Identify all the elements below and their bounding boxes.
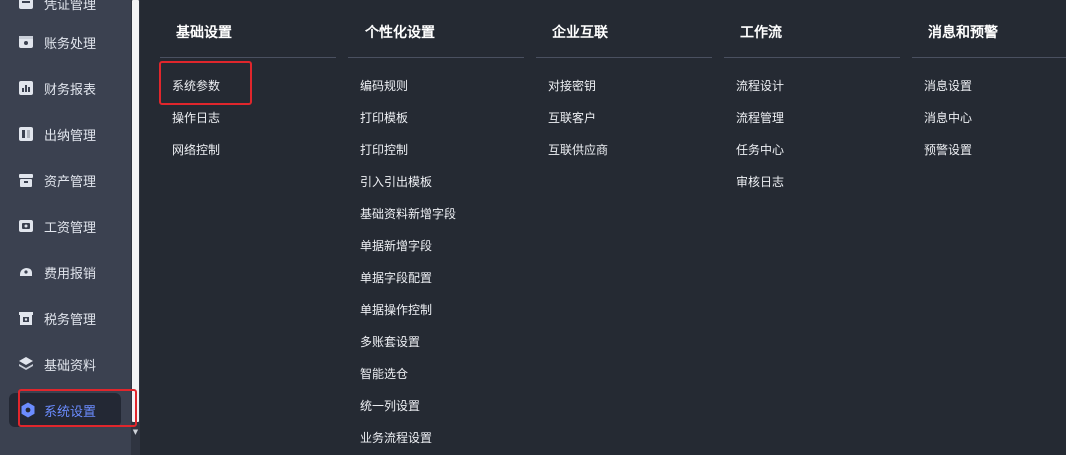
sidebar-item-label: 账务处理 xyxy=(44,36,97,52)
column-title: 基础设置 xyxy=(176,25,232,41)
sidebar-item-label: 财务报表 xyxy=(44,82,97,98)
scrollbar-thumb[interactable] xyxy=(132,0,139,422)
menu-item-api-key[interactable]: 对接密钥 xyxy=(548,77,596,95)
menu-item-coding-rules[interactable]: 编码规则 xyxy=(360,77,408,95)
sidebar-item-label: 费用报销 xyxy=(44,266,97,282)
menu-item-unified-column-settings[interactable]: 统一列设置 xyxy=(360,397,420,415)
column-title: 消息和预警 xyxy=(928,25,998,41)
menu-item-task-center[interactable]: 任务中心 xyxy=(736,141,784,159)
report-icon xyxy=(17,79,35,97)
sidebar-nav: 凭证管理 账务处理 财务报表 出纳管理 资产管理 工资管理 费用报销 税务管理 … xyxy=(0,0,131,455)
voucher-icon xyxy=(17,0,35,12)
menu-item-message-center[interactable]: 消息中心 xyxy=(924,109,972,127)
sidebar-item-cashier[interactable]: 出纳管理 xyxy=(0,117,131,151)
sidebar-item-basic-data[interactable]: 基础资料 xyxy=(0,347,131,381)
menu-column-basic-settings: 基础设置 系统参数 操作日志 网络控制 xyxy=(160,0,340,455)
menu-column-enterprise-interconnect: 企业互联 对接密钥 互联客户 互联供应商 xyxy=(536,0,716,455)
sidebar-scrollbar[interactable]: ▼ xyxy=(131,0,140,455)
menu-item-connected-customers[interactable]: 互联客户 xyxy=(548,109,596,127)
sidebar-item-assets[interactable]: 资产管理 xyxy=(0,163,131,197)
sidebar-item-salary[interactable]: 工资管理 xyxy=(0,209,131,243)
menu-item-alert-settings[interactable]: 预警设置 xyxy=(924,141,972,159)
sidebar-item-reports[interactable]: 财务报表 xyxy=(0,71,131,105)
menu-item-basic-data-new-field[interactable]: 基础资料新增字段 xyxy=(360,205,456,223)
settings-menu-panel: 基础设置 系统参数 操作日志 网络控制 个性化设置 编码规则 打印模板 打印控制… xyxy=(140,0,1066,455)
menu-item-document-operation-control[interactable]: 单据操作控制 xyxy=(360,301,432,319)
sidebar-item-label: 资产管理 xyxy=(44,174,97,190)
menu-item-connected-suppliers[interactable]: 互联供应商 xyxy=(548,141,608,159)
column-divider xyxy=(536,57,712,58)
sidebar-item-label: 基础资料 xyxy=(44,358,97,374)
sidebar-item-voucher[interactable]: 凭证管理 xyxy=(0,0,131,20)
sidebar-item-label: 工资管理 xyxy=(44,220,97,236)
column-divider xyxy=(348,57,524,58)
column-divider xyxy=(912,57,1066,58)
column-title: 工作流 xyxy=(740,25,782,41)
sidebar-item-label: 税务管理 xyxy=(44,312,97,328)
menu-item-document-new-field[interactable]: 单据新增字段 xyxy=(360,237,432,255)
column-divider xyxy=(724,57,900,58)
column-title: 个性化设置 xyxy=(365,25,435,41)
column-title: 企业互联 xyxy=(552,25,608,41)
menu-item-multi-account-settings[interactable]: 多账套设置 xyxy=(360,333,420,351)
hexagon-gear-icon xyxy=(19,401,37,419)
sidebar-item-label: 出纳管理 xyxy=(44,128,97,144)
expense-icon xyxy=(17,263,35,281)
tax-icon xyxy=(17,309,35,327)
column-divider xyxy=(160,57,336,58)
menu-column-messages-alerts: 消息和预警 消息设置 消息中心 预警设置 xyxy=(912,0,1066,455)
menu-column-workflow: 工作流 流程设计 流程管理 任务中心 审核日志 xyxy=(724,0,904,455)
layers-icon xyxy=(17,355,35,373)
menu-item-message-settings[interactable]: 消息设置 xyxy=(924,77,972,95)
menu-item-import-export-template[interactable]: 引入引出模板 xyxy=(360,173,432,191)
ledger-icon xyxy=(17,33,35,51)
menu-item-network-control[interactable]: 网络控制 xyxy=(172,141,220,159)
sidebar-item-expense[interactable]: 费用报销 xyxy=(0,255,131,289)
cashier-icon xyxy=(17,125,35,143)
sidebar-item-ledger[interactable]: 账务处理 xyxy=(0,25,131,59)
menu-item-system-params[interactable]: 系统参数 xyxy=(172,77,220,95)
asset-box-icon xyxy=(17,171,35,189)
sidebar-item-label: 凭证管理 xyxy=(44,0,97,13)
sidebar-item-label: 系统设置 xyxy=(44,404,97,420)
menu-item-audit-log[interactable]: 审核日志 xyxy=(736,173,784,191)
menu-item-smart-warehouse[interactable]: 智能选仓 xyxy=(360,365,408,383)
scroll-down-arrow-icon[interactable]: ▼ xyxy=(131,428,140,436)
menu-item-print-template[interactable]: 打印模板 xyxy=(360,109,408,127)
sidebar-item-tax[interactable]: 税务管理 xyxy=(0,301,131,335)
menu-item-document-field-config[interactable]: 单据字段配置 xyxy=(360,269,432,287)
menu-item-print-control[interactable]: 打印控制 xyxy=(360,141,408,159)
menu-item-business-process-settings[interactable]: 业务流程设置 xyxy=(360,429,432,447)
sidebar-item-system-settings[interactable]: 系统设置 xyxy=(9,393,121,427)
menu-item-operation-log[interactable]: 操作日志 xyxy=(172,109,220,127)
salary-icon xyxy=(17,217,35,235)
menu-item-process-design[interactable]: 流程设计 xyxy=(736,77,784,95)
menu-item-process-management[interactable]: 流程管理 xyxy=(736,109,784,127)
menu-column-personalization: 个性化设置 编码规则 打印模板 打印控制 引入引出模板 基础资料新增字段 单据新… xyxy=(348,0,528,455)
